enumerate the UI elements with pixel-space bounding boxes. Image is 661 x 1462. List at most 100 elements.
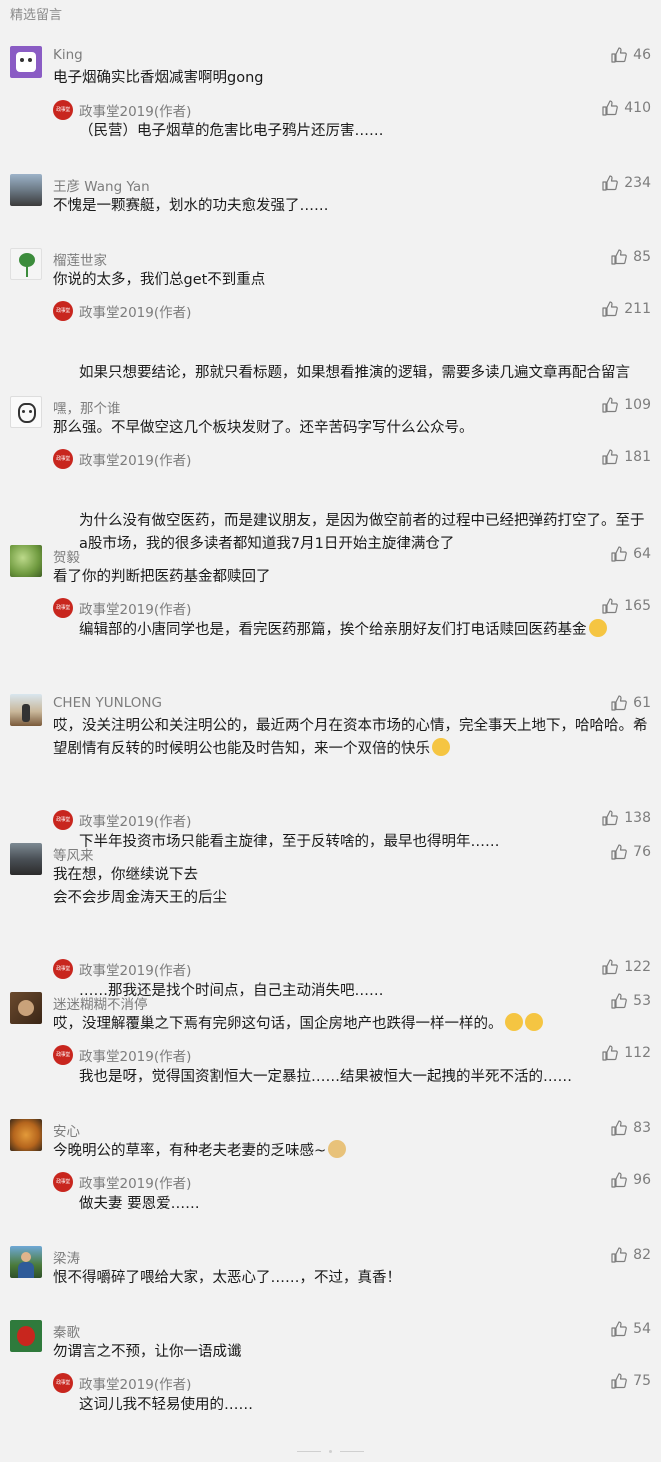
thumbs-up-icon <box>602 301 619 317</box>
like-button[interactable]: 234 <box>602 175 651 191</box>
commenter-name[interactable]: 嘿，那个谁 <box>53 397 121 417</box>
comment-text-content: 今晚明公的草率，有种老夫老妻的乏味感~ <box>53 1143 327 1159</box>
reply-like-button[interactable]: 181 <box>602 449 651 465</box>
like-count: 85 <box>633 249 651 265</box>
commenter-name[interactable]: 安心 <box>53 1120 80 1140</box>
author-badge-icon: 政事堂 <box>53 449 73 469</box>
author-name: 政事堂2019(作者) <box>79 104 192 120</box>
like-button[interactable]: 61 <box>611 695 651 711</box>
like-button[interactable]: 76 <box>611 844 651 860</box>
like-button[interactable]: 53 <box>611 993 651 1009</box>
reply-like-button[interactable]: 138 <box>602 810 651 826</box>
comment-text: 不愧是一颗赛艇，划水的功夫愈发强了…… <box>53 198 329 214</box>
commenter-name[interactable]: 等风来 <box>53 844 94 864</box>
avatar[interactable] <box>10 1119 42 1151</box>
like-button[interactable]: 64 <box>611 546 651 562</box>
author-badge-icon: 政事堂 <box>53 1373 73 1393</box>
reply-text: （民营）电子烟草的危害比电子鸦片还厉害…… <box>79 123 384 139</box>
thumbs-up-icon <box>611 1373 628 1389</box>
comment-text: 哎，没关注明公和关注明公的，最近两个月在资本市场的心情，完全事天上地下，哈哈哈。… <box>53 715 651 761</box>
reply-text: 如果只想要结论，那就只看标题，如果想看推演的逻辑，需要多读几遍文章再配合留言 <box>79 365 630 381</box>
like-button[interactable]: 109 <box>602 397 651 413</box>
commenter-name[interactable]: 迷迷糊糊不消停 <box>53 993 148 1013</box>
comment-text: 勿谓言之不预，让你一语成谶 <box>53 1344 242 1360</box>
commenter-name[interactable]: King <box>53 47 83 63</box>
comment-text: 你说的太多，我们总get不到重点 <box>53 272 266 288</box>
like-count: 165 <box>624 598 651 614</box>
thumbs-up-icon <box>611 1321 628 1337</box>
avatar[interactable] <box>10 694 42 726</box>
doge-emoji-icon <box>328 1140 347 1158</box>
reply-text: 这词儿我不轻易使用的…… <box>79 1397 253 1413</box>
commenter-name[interactable]: 王彦 Wang Yan <box>53 175 150 195</box>
thumbs-up-icon <box>602 959 619 975</box>
thumbs-up-icon <box>611 695 628 711</box>
like-button[interactable]: 82 <box>611 1247 651 1263</box>
end-of-list-indicator <box>0 1446 661 1456</box>
thumbs-up-icon <box>611 1247 628 1263</box>
reply-like-button[interactable]: 165 <box>602 598 651 614</box>
like-count: 211 <box>624 301 651 317</box>
reply-like-button[interactable]: 75 <box>611 1373 651 1389</box>
thumbs-up-icon <box>602 397 619 413</box>
avatar[interactable] <box>10 992 42 1024</box>
like-count: 122 <box>624 959 651 975</box>
author-name: 政事堂2019(作者) <box>79 963 192 979</box>
avatar[interactable] <box>10 248 42 280</box>
comment-text: 看了你的判断把医药基金都赎回了 <box>53 569 271 585</box>
reply-like-button[interactable]: 96 <box>611 1172 651 1188</box>
author-badge-icon: 政事堂 <box>53 1045 73 1065</box>
like-count: 82 <box>633 1247 651 1263</box>
thumbs-up-icon <box>602 1045 619 1061</box>
crying-emoji-icon <box>504 1013 523 1031</box>
like-button[interactable]: 46 <box>611 47 651 63</box>
crying-emoji-icon <box>524 1013 543 1031</box>
thumbs-up-icon <box>611 1172 628 1188</box>
avatar[interactable] <box>10 174 42 206</box>
commenter-name[interactable]: 梁涛 <box>53 1247 80 1267</box>
avatar[interactable] <box>10 545 42 577</box>
like-count: 54 <box>633 1321 651 1337</box>
author-badge-icon: 政事堂 <box>53 301 73 321</box>
avatar[interactable] <box>10 46 42 78</box>
author-badge-icon: 政事堂 <box>53 100 73 120</box>
commenter-name[interactable]: 贺毅 <box>53 546 80 566</box>
author-name: 政事堂2019(作者) <box>79 814 192 830</box>
commenter-name[interactable]: 秦歌 <box>53 1321 80 1341</box>
author-name: 政事堂2019(作者) <box>79 453 192 469</box>
commenter-name[interactable]: CHEN YUNLONG <box>53 695 162 711</box>
reply-like-button[interactable]: 112 <box>602 1045 651 1061</box>
reply-text: 做夫妻 要恩爱…… <box>79 1196 200 1212</box>
like-button[interactable]: 54 <box>611 1321 651 1337</box>
comment-text: 恨不得嚼碎了喂给大家，太恶心了……，不过，真香！ <box>53 1270 401 1286</box>
like-count: 75 <box>633 1373 651 1389</box>
commenter-name[interactable]: 榴莲世家 <box>53 249 107 269</box>
author-name: 政事堂2019(作者) <box>79 602 192 618</box>
author-name: 政事堂2019(作者) <box>79 1377 192 1393</box>
avatar[interactable] <box>10 396 42 428</box>
avatar[interactable] <box>10 843 42 875</box>
like-count: 234 <box>624 175 651 191</box>
like-count: 96 <box>633 1172 651 1188</box>
thumbs-up-icon <box>602 175 619 191</box>
thumbs-up-icon <box>611 1120 628 1136</box>
reply-like-button[interactable]: 122 <box>602 959 651 975</box>
divider <box>340 1450 364 1452</box>
like-count: 109 <box>624 397 651 413</box>
thumbs-up-icon <box>611 993 628 1009</box>
reply-like-button[interactable]: 211 <box>602 301 651 317</box>
thumbs-up-icon <box>602 100 619 116</box>
avatar[interactable] <box>10 1320 42 1352</box>
author-badge-icon: 政事堂 <box>53 959 73 979</box>
author-name: 政事堂2019(作者) <box>79 305 192 321</box>
like-button[interactable]: 83 <box>611 1120 651 1136</box>
reply-text: 为什么没有做空医药，而是建议朋友，是因为做空前者的过程中已经把弹药打空了。至于a… <box>79 513 645 552</box>
like-button[interactable]: 85 <box>611 249 651 265</box>
avatar[interactable] <box>10 1246 42 1278</box>
like-count: 64 <box>633 546 651 562</box>
reply-like-button[interactable]: 410 <box>602 100 651 116</box>
author-name: 政事堂2019(作者) <box>79 1049 192 1065</box>
section-title: 精选留言 <box>10 8 63 23</box>
comment-text: 今晚明公的草率，有种老夫老妻的乏味感~ <box>53 1140 651 1163</box>
comment-text-content: 哎，没理解覆巢之下焉有完卵这句话，国企房地产也跌得一样一样的。 <box>53 1016 503 1032</box>
